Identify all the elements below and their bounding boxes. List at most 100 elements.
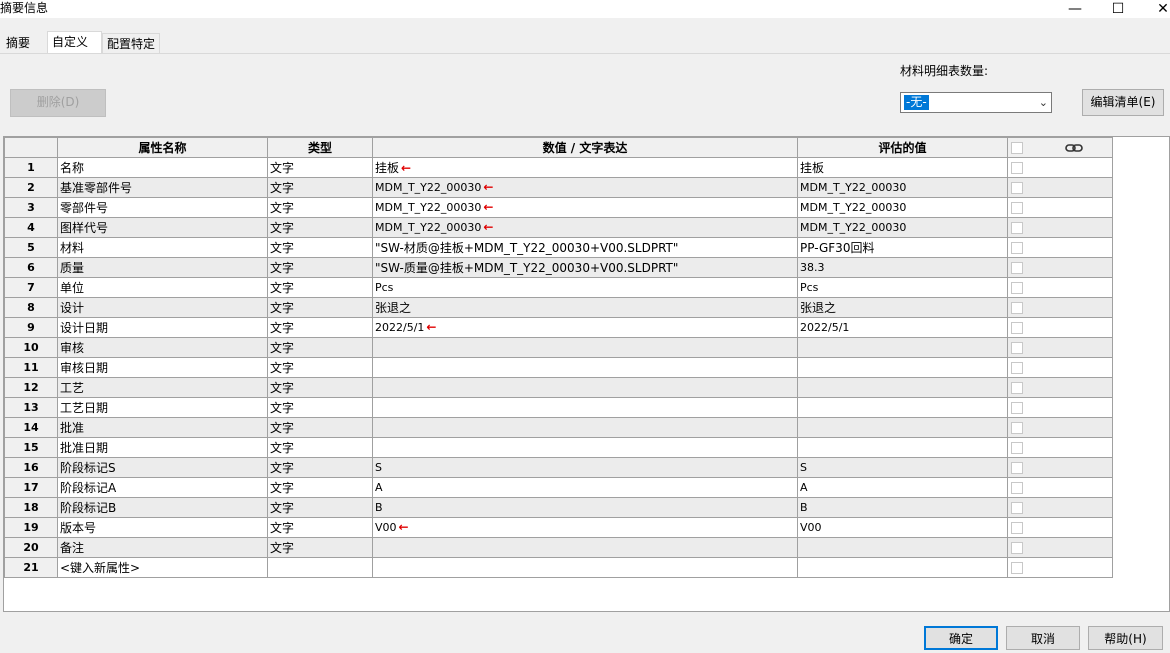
row-number[interactable]: 17 bbox=[4, 477, 58, 498]
type-cell[interactable]: 文字 bbox=[267, 217, 373, 238]
value-cell[interactable]: B bbox=[372, 497, 798, 518]
evaluated-value-cell[interactable] bbox=[797, 417, 1008, 438]
close-icon[interactable]: ✕ bbox=[1140, 0, 1170, 18]
property-name-cell[interactable]: 名称 bbox=[57, 157, 268, 178]
property-name-cell[interactable]: 单位 bbox=[57, 277, 268, 298]
property-name-cell[interactable]: 审核 bbox=[57, 337, 268, 358]
type-cell[interactable]: 文字 bbox=[267, 357, 373, 378]
table-row[interactable]: 19 版本号 文字 V00 ← V00 bbox=[4, 517, 1113, 538]
table-row[interactable]: 13 工艺日期 文字 bbox=[4, 397, 1113, 418]
tab-summary[interactable]: 摘要 bbox=[2, 33, 47, 53]
value-cell[interactable]: 张退之 bbox=[372, 297, 798, 318]
table-row[interactable]: 10 审核 文字 bbox=[4, 337, 1113, 358]
evaluated-value-cell[interactable]: 2022/5/1 bbox=[797, 317, 1008, 338]
evaluated-value-cell[interactable]: MDM_T_Y22_00030 bbox=[797, 217, 1008, 238]
link-checkbox[interactable] bbox=[1011, 302, 1023, 314]
table-row[interactable]: 20 备注 文字 bbox=[4, 537, 1113, 558]
value-cell[interactable]: Pcs bbox=[372, 277, 798, 298]
edit-list-button[interactable]: 编辑清单(E) bbox=[1082, 89, 1164, 116]
evaluated-value-cell[interactable]: 张退之 bbox=[797, 297, 1008, 318]
link-checkbox[interactable] bbox=[1011, 202, 1023, 214]
type-cell[interactable]: 文字 bbox=[267, 537, 373, 558]
link-checkbox[interactable] bbox=[1011, 362, 1023, 374]
type-cell[interactable]: 文字 bbox=[267, 237, 373, 258]
value-cell[interactable]: MDM_T_Y22_00030 ← bbox=[372, 177, 798, 198]
link-checkbox[interactable] bbox=[1011, 282, 1023, 294]
cancel-button[interactable]: 取消 bbox=[1006, 626, 1080, 650]
row-number[interactable]: 10 bbox=[4, 337, 58, 358]
value-cell[interactable]: V00 ← bbox=[372, 517, 798, 538]
link-checkbox[interactable] bbox=[1011, 402, 1023, 414]
value-cell[interactable]: 2022/5/1 ← bbox=[372, 317, 798, 338]
table-row[interactable]: 12 工艺 文字 bbox=[4, 377, 1113, 398]
link-checkbox[interactable] bbox=[1011, 382, 1023, 394]
value-cell[interactable] bbox=[372, 417, 798, 438]
type-cell[interactable]: 文字 bbox=[267, 157, 373, 178]
evaluated-value-cell[interactable] bbox=[797, 357, 1008, 378]
row-number[interactable]: 8 bbox=[4, 297, 58, 318]
type-cell[interactable]: 文字 bbox=[267, 497, 373, 518]
evaluated-value-cell[interactable]: Pcs bbox=[797, 277, 1008, 298]
value-cell[interactable] bbox=[372, 557, 798, 578]
header-value[interactable]: 数值 / 文字表达 bbox=[372, 137, 798, 158]
property-name-cell[interactable]: 设计日期 bbox=[57, 317, 268, 338]
property-name-cell[interactable]: 审核日期 bbox=[57, 357, 268, 378]
property-name-cell[interactable]: 图样代号 bbox=[57, 217, 268, 238]
header-evaluated-value[interactable]: 评估的值 bbox=[797, 137, 1008, 158]
row-number[interactable]: 20 bbox=[4, 537, 58, 558]
table-row[interactable]: 6 质量 文字 "SW-质量@挂板+MDM_T_Y22_00030+V00.SLDPR… bbox=[4, 257, 1113, 278]
evaluated-value-cell[interactable]: V00 bbox=[797, 517, 1008, 538]
row-number[interactable]: 6 bbox=[4, 257, 58, 278]
property-name-cell[interactable]: 设计 bbox=[57, 297, 268, 318]
evaluated-value-cell[interactable]: B bbox=[797, 497, 1008, 518]
table-row[interactable]: 11 审核日期 文字 bbox=[4, 357, 1113, 378]
link-checkbox[interactable] bbox=[1011, 182, 1023, 194]
link-checkbox[interactable] bbox=[1011, 322, 1023, 334]
type-cell[interactable]: 文字 bbox=[267, 397, 373, 418]
table-row[interactable]: 5 材料 文字 "SW-材质@挂板+MDM_T_Y22_00030+V00.SLDPR… bbox=[4, 237, 1113, 258]
evaluated-value-cell[interactable] bbox=[797, 437, 1008, 458]
evaluated-value-cell[interactable]: PP-GF30回料 bbox=[797, 237, 1008, 258]
property-name-cell[interactable]: 材料 bbox=[57, 237, 268, 258]
minimize-icon[interactable]: — bbox=[1052, 0, 1098, 18]
link-checkbox[interactable] bbox=[1011, 502, 1023, 514]
row-number[interactable]: 16 bbox=[4, 457, 58, 478]
link-checkbox[interactable] bbox=[1011, 462, 1023, 474]
property-name-cell[interactable]: 批准日期 bbox=[57, 437, 268, 458]
link-checkbox[interactable] bbox=[1011, 162, 1023, 174]
evaluated-value-cell[interactable] bbox=[797, 397, 1008, 418]
property-name-cell[interactable]: 零部件号 bbox=[57, 197, 268, 218]
link-checkbox[interactable] bbox=[1011, 522, 1023, 534]
type-cell[interactable]: 文字 bbox=[267, 177, 373, 198]
type-cell[interactable]: 文字 bbox=[267, 257, 373, 278]
type-cell[interactable]: 文字 bbox=[267, 277, 373, 298]
property-name-cell[interactable]: 工艺日期 bbox=[57, 397, 268, 418]
value-cell[interactable] bbox=[372, 337, 798, 358]
type-cell[interactable]: 文字 bbox=[267, 457, 373, 478]
type-cell[interactable]: 文字 bbox=[267, 417, 373, 438]
table-row[interactable]: 3 零部件号 文字 MDM_T_Y22_00030 ← MDM_T_Y22_00030 bbox=[4, 197, 1113, 218]
delete-button[interactable]: 删除(D) bbox=[10, 89, 106, 117]
evaluated-value-cell[interactable] bbox=[797, 537, 1008, 558]
type-cell[interactable]: 文字 bbox=[267, 317, 373, 338]
value-cell[interactable] bbox=[372, 437, 798, 458]
evaluated-value-cell[interactable]: A bbox=[797, 477, 1008, 498]
value-cell[interactable]: A bbox=[372, 477, 798, 498]
property-name-cell[interactable]: 备注 bbox=[57, 537, 268, 558]
row-number[interactable]: 21 bbox=[4, 557, 58, 578]
property-name-cell[interactable]: 批准 bbox=[57, 417, 268, 438]
maximize-icon[interactable]: ☐ bbox=[1095, 0, 1141, 18]
row-number[interactable]: 13 bbox=[4, 397, 58, 418]
property-name-cell[interactable]: 质量 bbox=[57, 257, 268, 278]
help-button[interactable]: 帮助(H) bbox=[1088, 626, 1163, 650]
evaluated-value-cell[interactable]: S bbox=[797, 457, 1008, 478]
evaluated-value-cell[interactable] bbox=[797, 337, 1008, 358]
row-number[interactable]: 4 bbox=[4, 217, 58, 238]
bom-quantity-select[interactable]: -无- ⌄ bbox=[900, 92, 1052, 113]
row-number[interactable]: 3 bbox=[4, 197, 58, 218]
table-row[interactable]: 4 图样代号 文字 MDM_T_Y22_00030 ← MDM_T_Y22_00030 bbox=[4, 217, 1113, 238]
row-number[interactable]: 19 bbox=[4, 517, 58, 538]
link-checkbox[interactable] bbox=[1011, 342, 1023, 354]
value-cell[interactable]: S bbox=[372, 457, 798, 478]
value-cell[interactable]: "SW-材质@挂板+MDM_T_Y22_00030+V00.SLDPRT" bbox=[372, 237, 798, 258]
